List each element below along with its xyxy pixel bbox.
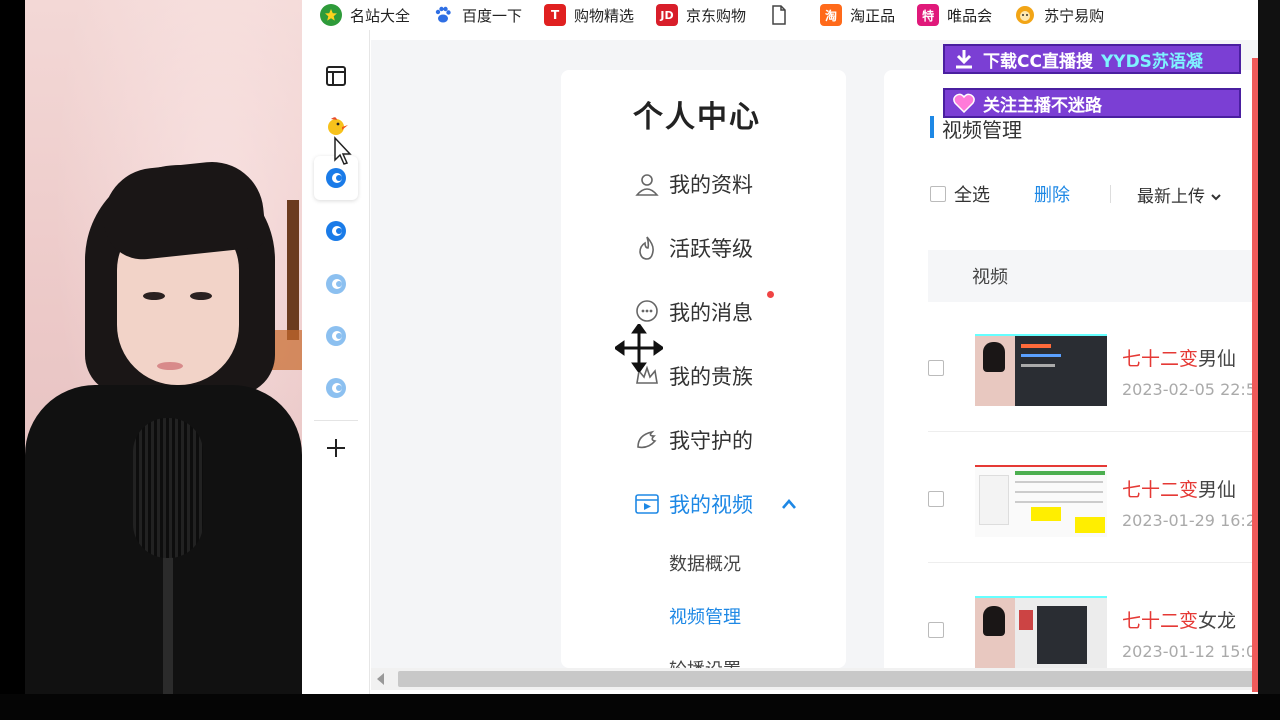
video-icon — [633, 490, 661, 518]
horizontal-scrollbar[interactable] — [371, 668, 1280, 690]
submenu-data-overview[interactable]: 数据概况 — [669, 550, 741, 576]
menu-item-my-videos[interactable]: 我的视频 — [633, 484, 797, 524]
cc-live-icon — [326, 221, 346, 241]
banner-text: 关注主播不迷路 — [983, 95, 1102, 116]
bookmark-taobao[interactable]: 淘 淘正品 — [820, 0, 895, 30]
scroll-left-icon[interactable] — [377, 673, 384, 685]
video-management-panel: 视频管理 全选 删除 最新上传 视频 七十二变男仙 2023-02-05 22:… — [884, 70, 1280, 668]
video-thumbnail[interactable] — [975, 596, 1107, 668]
video-row[interactable]: 七十二变女龙 2023-01-12 15:0 — [928, 564, 1280, 668]
chevron-down-icon — [1211, 193, 1222, 200]
sidebar-app-cc-3[interactable] — [314, 262, 358, 306]
baidu-paw-icon — [432, 4, 455, 26]
panel-layout-icon — [326, 66, 346, 86]
video-row-checkbox[interactable] — [928, 360, 944, 376]
video-row-checkbox[interactable] — [928, 622, 944, 638]
video-title[interactable]: 七十二变男仙 — [1122, 475, 1236, 502]
bookmark-document[interactable] — [768, 0, 798, 30]
video-title[interactable]: 七十二变女龙 — [1122, 606, 1236, 633]
menu-item-guarding[interactable]: 我守护的 — [633, 420, 753, 460]
tmall-t-icon: T — [544, 4, 567, 26]
stream-banner-follow: 关注主播不迷路 — [943, 88, 1241, 118]
document-icon — [768, 4, 791, 26]
video-date: 2023-02-05 22:5 — [1122, 380, 1256, 399]
scrollbar-thumb[interactable] — [398, 671, 1276, 687]
menu-item-activity-level[interactable]: 活跃等级 — [633, 228, 753, 268]
plus-icon — [327, 439, 345, 457]
mouse-cursor-icon — [334, 136, 352, 165]
page-title: 个人中心 — [633, 100, 761, 135]
download-icon — [951, 46, 977, 72]
bookmark-vip[interactable]: 特 唯品会 — [917, 0, 992, 30]
bottom-bar — [0, 694, 1280, 720]
video-date: 2023-01-29 16:2 — [1122, 511, 1256, 530]
sidebar-divider — [314, 420, 358, 421]
heart-icon — [951, 90, 977, 116]
chevron-up-icon[interactable] — [781, 498, 797, 510]
toolbar-divider — [1110, 185, 1111, 203]
vip-te-icon: 特 — [917, 4, 940, 26]
bookmark-mingzhan[interactable]: 名站大全 — [320, 0, 410, 30]
bookmark-shopping[interactable]: T 购物精选 — [544, 0, 634, 30]
webcam-overlay — [25, 0, 302, 694]
video-date: 2023-01-12 15:0 — [1122, 642, 1256, 661]
streamer-mouth — [157, 362, 183, 370]
select-all-label: 全选 — [954, 185, 990, 206]
suning-lion-icon — [1014, 4, 1037, 26]
video-toolbar: 全选 删除 最新上传 — [930, 180, 1222, 208]
right-edge-strip — [1258, 0, 1280, 694]
video-thumbnail[interactable] — [975, 465, 1107, 537]
video-table-header: 视频 — [928, 250, 1280, 302]
select-all-checkbox[interactable] — [930, 186, 946, 202]
bookmarks-bar: 名站大全 百度一下 T 购物精选 JD 京东购物 淘 淘正品 特 唯品会 苏宁易… — [302, 0, 1280, 30]
sidebar-app-cc-2[interactable] — [314, 209, 358, 253]
cc-live-icon — [326, 274, 346, 294]
sort-label: 最新上传 — [1137, 186, 1205, 207]
personal-center-panel: 个人中心 我的资料 活跃等级 我的消息 我的贵族 我守护的 我的视频 数据概况 … — [561, 70, 846, 668]
taobao-icon: 淘 — [820, 4, 843, 26]
delete-button[interactable]: 删除 — [1034, 181, 1070, 207]
video-title[interactable]: 七十二变男仙 — [1122, 344, 1236, 371]
sidebar-app-cc-5[interactable] — [314, 366, 358, 410]
section-title: 视频管理 — [942, 118, 1022, 142]
video-row-checkbox[interactable] — [928, 491, 944, 507]
submenu-carousel-settings[interactable]: 轮播设置 — [669, 656, 741, 668]
sidebar-add-button[interactable] — [314, 426, 358, 470]
unread-badge — [767, 291, 774, 298]
page-content: 个人中心 我的资料 活跃等级 我的消息 我的贵族 我守护的 我的视频 数据概况 … — [371, 40, 1280, 668]
sort-dropdown[interactable]: 最新上传 — [1137, 182, 1222, 207]
menu-item-profile[interactable]: 我的资料 — [633, 164, 753, 204]
cc-live-icon — [326, 326, 346, 346]
video-thumbnail[interactable] — [975, 334, 1107, 406]
streamer-eye — [143, 292, 165, 300]
wing-icon — [633, 426, 661, 454]
banner-text: 下载CC直播搜 — [983, 51, 1093, 72]
guitar-neck — [287, 200, 299, 340]
video-row[interactable]: 七十二变男仙 2023-01-29 16:2 — [928, 433, 1280, 563]
bookmark-suning[interactable]: 苏宁易购 — [1014, 0, 1104, 30]
stream-banner-download: 下载CC直播搜 YYDS苏语凝 — [943, 44, 1241, 74]
column-header-video: 视频 — [972, 267, 1008, 288]
user-icon — [633, 170, 661, 198]
flame-icon — [633, 234, 661, 262]
submenu-video-management[interactable]: 视频管理 — [669, 603, 741, 629]
bookmark-baidu[interactable]: 百度一下 — [432, 0, 522, 30]
sidebar-app-cc-4[interactable] — [314, 314, 358, 358]
streamer-eye — [190, 292, 212, 300]
banner-highlight: YYDS苏语凝 — [1100, 51, 1203, 72]
browser-sidebar — [302, 30, 370, 694]
message-icon — [633, 298, 661, 326]
bookmark-jd[interactable]: JD 京东购物 — [656, 0, 746, 30]
cc-live-icon — [326, 378, 346, 398]
microphone — [133, 418, 203, 558]
section-accent-bar — [930, 116, 934, 138]
sidebar-toggle-button[interactable] — [314, 54, 358, 98]
star-globe-icon — [320, 4, 342, 26]
video-row[interactable]: 七十二变男仙 2023-02-05 22:5 — [928, 302, 1280, 432]
move-cursor-icon — [615, 324, 663, 372]
cc-live-icon — [326, 168, 346, 188]
mic-stand — [163, 550, 173, 694]
jd-icon: JD — [656, 4, 679, 26]
